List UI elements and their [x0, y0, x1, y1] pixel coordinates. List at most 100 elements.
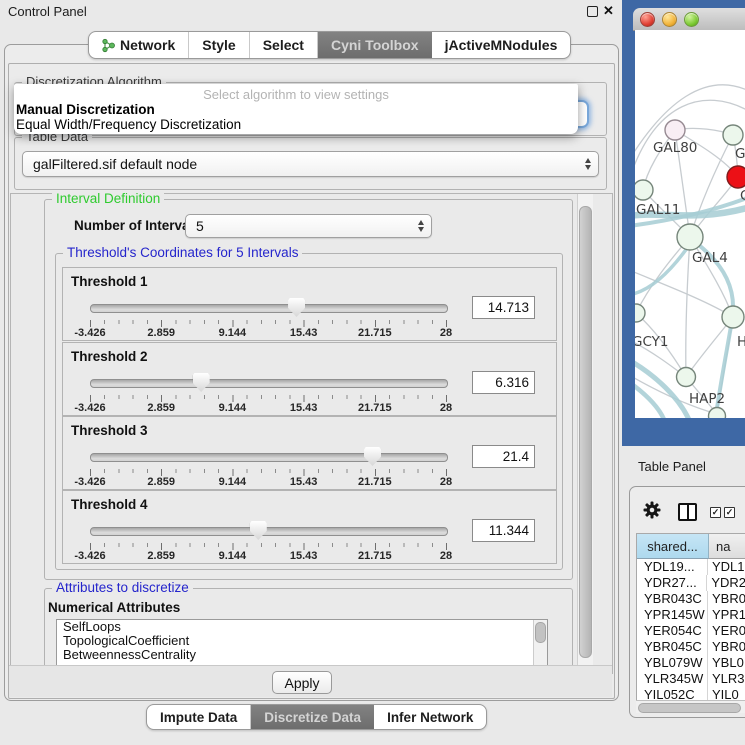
- table-row[interactable]: YBR043CYBR0: [637, 591, 745, 607]
- tick-label: 15.43: [290, 402, 318, 414]
- cell-name[interactable]: YDL1: [708, 559, 745, 575]
- table-row[interactable]: YPR145WYPR1: [637, 607, 745, 623]
- cell-name[interactable]: YPR1: [708, 607, 745, 623]
- threshold-value-field[interactable]: [472, 445, 535, 468]
- tab-style[interactable]: Style: [189, 32, 249, 58]
- slider-track[interactable]: [90, 379, 448, 388]
- table-hscrollbar-track[interactable]: [636, 700, 745, 713]
- tab-impute-data[interactable]: Impute Data: [147, 705, 251, 729]
- node-hap2[interactable]: [677, 368, 696, 387]
- dropdown-option-manual[interactable]: Manual Discretization: [14, 102, 578, 117]
- list-item[interactable]: SelfLoops: [57, 620, 547, 634]
- checkbox-icon[interactable]: ✓: [710, 507, 721, 518]
- cell-shared-name[interactable]: YDR27...: [637, 575, 707, 591]
- tab-discretize-data[interactable]: Discretize Data: [251, 705, 374, 729]
- cell-shared-name[interactable]: YBR045C: [637, 639, 708, 655]
- gear-icon[interactable]: [643, 501, 661, 519]
- tab-infer-network[interactable]: Infer Network: [374, 705, 486, 729]
- split-panel-icon[interactable]: [678, 503, 697, 521]
- table-row[interactable]: YBR045CYBR0: [637, 639, 745, 655]
- cell-shared-name[interactable]: YPR145W: [637, 607, 708, 623]
- network-view[interactable]: GAL80 G. C GAL11 GAL4 GCY1 H HAP2: [635, 30, 745, 418]
- attributes-group-title: Attributes to discretize: [52, 580, 193, 595]
- cell-shared-name[interactable]: YER054C: [637, 623, 708, 639]
- node-label-gal11: GAL11: [636, 202, 680, 218]
- threshold-value-field[interactable]: [472, 371, 535, 394]
- list-item[interactable]: TopologicalCoefficient: [57, 634, 547, 648]
- tick-label: 28: [440, 550, 452, 562]
- tick-label: 9.144: [219, 550, 247, 562]
- tick-label: 2.859: [147, 327, 175, 339]
- slider-thumb[interactable]: [250, 521, 267, 540]
- slider-thumb[interactable]: [288, 298, 305, 317]
- close-icon[interactable]: ✕: [603, 3, 614, 19]
- close-traffic-light-icon[interactable]: [640, 12, 655, 27]
- node-bottom[interactable]: [709, 408, 726, 419]
- table-row[interactable]: YLR345WYLR3: [637, 671, 745, 687]
- slider-track[interactable]: [90, 304, 448, 313]
- cell-shared-name[interactable]: YDL19...: [637, 559, 708, 575]
- node-table[interactable]: shared... na YDL19...YDL1 YDR27...YDR2 Y…: [636, 533, 745, 702]
- cell-name[interactable]: YBL0: [708, 655, 745, 671]
- interval-group-title: Interval Definition: [52, 191, 164, 206]
- cell-name[interactable]: YBR0: [708, 639, 745, 655]
- settings-scrollbar-thumb[interactable]: [579, 206, 592, 658]
- intervals-combo[interactable]: 5: [185, 214, 432, 238]
- threshold-row-3: Threshold 3 -3.426 2.859 9.144 15.43 21.…: [62, 416, 557, 490]
- cell-name[interactable]: YER0: [708, 623, 745, 639]
- dropdown-hint: Select algorithm to view settings: [14, 84, 578, 102]
- cell-name[interactable]: YBR0: [708, 591, 745, 607]
- float-window-icon[interactable]: [587, 6, 598, 17]
- tab-label: Network: [120, 37, 175, 53]
- cell-name[interactable]: YDR2: [707, 575, 745, 591]
- minimize-traffic-light-icon[interactable]: [662, 12, 677, 27]
- table-row[interactable]: YER054CYER0: [637, 623, 745, 639]
- table-panel-title: Table Panel: [638, 459, 706, 474]
- node-h[interactable]: [722, 306, 744, 328]
- threshold-slider[interactable]: -3.426 2.859 9.144 15.43 21.715 28: [90, 447, 447, 487]
- cell-shared-name[interactable]: YLR345W: [637, 671, 708, 687]
- slider-thumb[interactable]: [364, 447, 381, 466]
- thresholds-group-title: Threshold's Coordinates for 5 Intervals: [63, 245, 302, 260]
- dropdown-option-equal-width[interactable]: Equal Width/Frequency Discretization: [14, 117, 578, 132]
- list-scrollbar-thumb[interactable]: [535, 622, 546, 643]
- column-header-name[interactable]: na: [709, 534, 745, 559]
- threshold-slider[interactable]: -3.426 2.859 9.144 15.43 21.715 28: [90, 298, 447, 338]
- threshold-value-field[interactable]: [472, 296, 535, 319]
- list-item[interactable]: BetweennessCentrality: [57, 648, 547, 662]
- zoom-traffic-light-icon[interactable]: [684, 12, 699, 27]
- node-label-truncated-c: C: [740, 188, 745, 204]
- threshold-slider[interactable]: -3.426 2.859 9.144 15.43 21.715 28: [90, 521, 447, 561]
- slider-track[interactable]: [90, 527, 448, 536]
- tab-select[interactable]: Select: [250, 32, 318, 58]
- tab-cyni-toolbox[interactable]: Cyni Toolbox: [318, 32, 432, 58]
- slider-thumb[interactable]: [193, 373, 210, 392]
- node-selected-red[interactable]: [727, 166, 745, 188]
- list-scrollbar-track[interactable]: [533, 620, 547, 666]
- node-gal80[interactable]: [665, 120, 685, 140]
- tab-network[interactable]: Network: [89, 32, 189, 58]
- cell-shared-name[interactable]: YBR043C: [637, 591, 708, 607]
- node-gal4[interactable]: [677, 224, 703, 250]
- cell-shared-name[interactable]: YBL079W: [637, 655, 708, 671]
- node-label-truncated-g: G.: [735, 146, 745, 162]
- table-data-combo[interactable]: galFiltered.sif default node: [22, 151, 599, 177]
- slider-track[interactable]: [90, 453, 448, 462]
- checkbox-icon[interactable]: ✓: [724, 507, 735, 518]
- attributes-list[interactable]: SelfLoops TopologicalCoefficient Between…: [56, 619, 548, 667]
- slider-major-ticks: [90, 543, 447, 550]
- node-top-right[interactable]: [723, 125, 743, 145]
- cell-name[interactable]: YLR3: [708, 671, 745, 687]
- threshold-value-field[interactable]: [472, 519, 535, 542]
- tab-jactivemnodules[interactable]: jActiveMNodules: [432, 32, 571, 58]
- node-gal11[interactable]: [635, 180, 653, 200]
- table-row[interactable]: YDL19...YDL1: [637, 559, 745, 575]
- table-row[interactable]: YBL079WYBL0: [637, 655, 745, 671]
- tick-label: 9.144: [219, 476, 247, 488]
- apply-button[interactable]: Apply: [272, 671, 332, 694]
- table-hscrollbar-thumb[interactable]: [638, 703, 741, 713]
- threshold-slider[interactable]: -3.426 2.859 9.144 15.43 21.715 28: [90, 373, 447, 413]
- column-header-shared-name[interactable]: shared...: [637, 534, 709, 559]
- node-label-hap2: HAP2: [689, 391, 725, 407]
- table-row[interactable]: YDR27...YDR2: [637, 575, 745, 591]
